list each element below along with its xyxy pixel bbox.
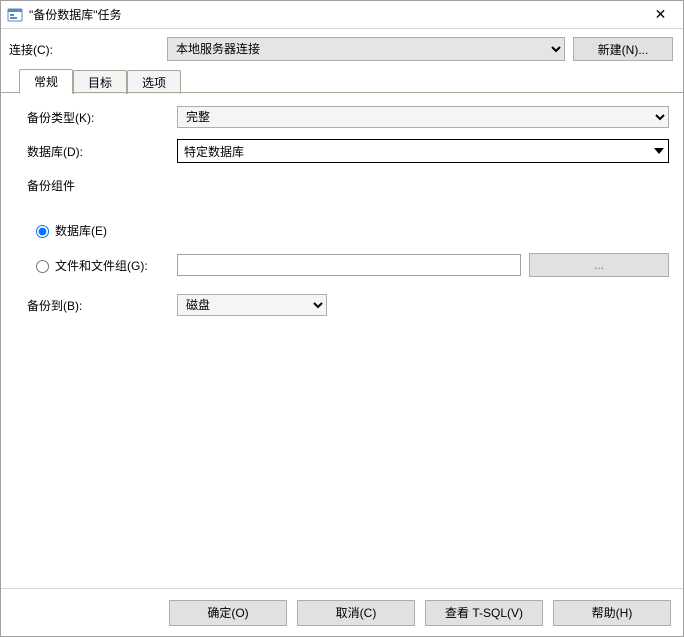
cancel-button[interactable]: 取消(C) (297, 600, 415, 626)
radio-filegroup-label: 文件和文件组(G): (55, 257, 148, 274)
row-backup-to: 备份到(B): 磁盘 (27, 293, 669, 317)
window-title: "备份数据库"任务 (29, 6, 122, 23)
component-label: 备份组件 (27, 177, 177, 194)
radio-database[interactable] (36, 225, 49, 238)
filegroup-browse-button[interactable]: ... (529, 253, 669, 277)
row-radio-filegroup: 文件和文件组(G): ... (27, 253, 669, 277)
radio-database-label: 数据库(E) (55, 222, 107, 239)
backup-to-select[interactable]: 磁盘 (177, 294, 327, 316)
filegroup-input[interactable] (177, 254, 521, 276)
app-icon (7, 7, 23, 23)
connection-row: 连接(C): 本地服务器连接 新建(N)... (1, 29, 683, 69)
tab-target-label: 目标 (88, 76, 112, 90)
titlebar: "备份数据库"任务 ✕ (1, 1, 683, 29)
view-tsql-button[interactable]: 查看 T-SQL(V) (425, 600, 543, 626)
help-button[interactable]: 帮助(H) (553, 600, 671, 626)
dropdown-arrow-icon (650, 140, 668, 162)
backup-to-label: 备份到(B): (27, 297, 177, 314)
backup-type-select[interactable]: 完整 (177, 106, 669, 128)
form-body: 备份类型(K): 完整 数据库(D): 特定数据库 备份组件 数据库 (1, 93, 683, 588)
tabs: 常规 目标 选项 (1, 69, 683, 93)
ok-button[interactable]: 确定(O) (169, 600, 287, 626)
connection-label: 连接(C): (9, 41, 159, 58)
row-database: 数据库(D): 特定数据库 (27, 139, 669, 163)
row-backup-type: 备份类型(K): 完整 (27, 105, 669, 129)
new-connection-button[interactable]: 新建(N)... (573, 37, 673, 61)
connection-select[interactable]: 本地服务器连接 (167, 37, 565, 61)
tab-general[interactable]: 常规 (19, 69, 73, 94)
database-select-text: 特定数据库 (178, 143, 650, 160)
row-radio-database: 数据库(E) (31, 219, 669, 241)
backup-type-label: 备份类型(K): (27, 109, 177, 126)
close-icon: ✕ (655, 6, 667, 23)
radio-filegroup[interactable] (36, 260, 49, 273)
close-button[interactable]: ✕ (638, 1, 683, 29)
footer: 确定(O) 取消(C) 查看 T-SQL(V) 帮助(H) (1, 588, 683, 636)
row-component-header: 备份组件 (27, 173, 669, 197)
database-label: 数据库(D): (27, 143, 177, 160)
tab-options[interactable]: 选项 (127, 70, 181, 94)
tab-general-label: 常规 (34, 75, 58, 89)
database-select[interactable]: 特定数据库 (177, 139, 669, 163)
tab-target[interactable]: 目标 (73, 70, 127, 94)
tab-options-label: 选项 (142, 76, 166, 90)
